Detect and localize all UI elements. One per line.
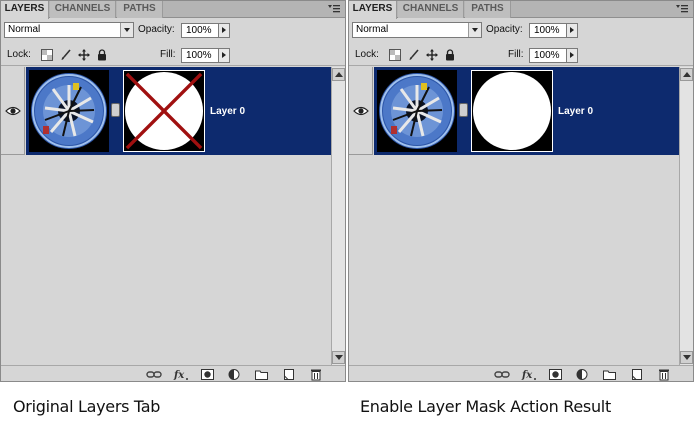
panel-bottom-toolbar: fx [349, 365, 693, 381]
panel-menu-icon[interactable] [675, 3, 689, 15]
divider [349, 65, 693, 66]
chevron-down-icon[interactable] [120, 23, 133, 37]
layer-thumbnail[interactable] [377, 70, 457, 152]
vertical-scrollbar[interactable] [679, 67, 693, 365]
opacity-field[interactable]: 100% [181, 23, 219, 38]
link-icon[interactable] [111, 103, 120, 117]
divider [1, 65, 345, 66]
svg-text:fx: fx [173, 370, 185, 381]
layer-mask-thumbnail[interactable] [471, 70, 553, 152]
scroll-up-button[interactable] [332, 68, 345, 81]
opacity-field[interactable]: 100% [529, 23, 567, 38]
trash-icon[interactable] [308, 368, 324, 381]
trash-icon[interactable] [656, 368, 672, 381]
new-layer-icon[interactable] [281, 368, 297, 381]
tab-layers[interactable]: LAYERS [349, 1, 397, 19]
layer-thumbnail[interactable] [29, 70, 109, 152]
layer-name[interactable]: Layer 0 [558, 106, 593, 117]
lock-label: Lock: [355, 49, 379, 60]
fx-icon[interactable]: fx [521, 368, 537, 381]
blend-mode-select[interactable]: Normal [4, 22, 134, 38]
panel-bottom-toolbar: fx [1, 365, 345, 381]
layers-panel-original: LAYERS CHANNELS PATHS Normal Opacity: 10… [0, 0, 346, 382]
fx-icon[interactable]: fx [173, 368, 189, 381]
fill-field[interactable]: 100% [529, 48, 567, 63]
layer-row[interactable]: Layer 0 [1, 67, 331, 155]
layer-selection[interactable]: Layer 0 [26, 67, 331, 155]
opacity-slider-button[interactable] [566, 23, 578, 38]
new-layer-icon[interactable] [629, 368, 645, 381]
panel-tab-bar: LAYERS CHANNELS PATHS [1, 1, 345, 19]
blend-mode-value: Normal [356, 24, 389, 35]
fill-label: Fill: [160, 49, 176, 60]
caption-original: Original Layers Tab [13, 397, 161, 416]
lock-label: Lock: [7, 49, 31, 60]
blend-mode-value: Normal [8, 24, 41, 35]
link-layers-icon[interactable] [146, 368, 162, 381]
blend-mode-select[interactable]: Normal [352, 22, 482, 38]
fill-slider-button[interactable] [566, 48, 578, 63]
scroll-down-button[interactable] [680, 351, 693, 364]
opacity-slider-button[interactable] [218, 23, 230, 38]
visibility-toggle[interactable] [349, 67, 373, 155]
svg-text:fx: fx [521, 370, 533, 381]
layer-selection[interactable]: Layer 0 [374, 67, 679, 155]
add-mask-icon[interactable] [200, 368, 216, 381]
layers-list: Layer 0 [349, 67, 679, 365]
eye-icon[interactable] [5, 105, 21, 117]
layers-panel-mask-enabled: LAYERS CHANNELS PATHS Normal Opacity: 10… [348, 0, 694, 382]
eye-icon[interactable] [353, 105, 369, 117]
lock-transparent-icon[interactable] [389, 49, 401, 61]
opacity-label: Opacity: [138, 24, 175, 35]
fill-label: Fill: [508, 49, 524, 60]
scroll-down-button[interactable] [332, 351, 345, 364]
vertical-scrollbar[interactable] [331, 67, 345, 365]
new-group-icon[interactable] [254, 368, 270, 381]
new-group-icon[interactable] [602, 368, 618, 381]
tab-channels[interactable]: CHANNELS [398, 1, 464, 18]
fill-slider-button[interactable] [218, 48, 230, 63]
layers-list: Layer 0 [1, 67, 331, 365]
caption-result: Enable Layer Mask Action Result [360, 397, 611, 416]
adjustment-layer-icon[interactable] [227, 368, 243, 381]
lock-move-icon[interactable] [78, 49, 90, 61]
lock-move-icon[interactable] [426, 49, 438, 61]
lock-brush-icon[interactable] [408, 49, 420, 61]
lock-all-icon[interactable] [444, 49, 456, 61]
adjustment-layer-icon[interactable] [575, 368, 591, 381]
layer-row[interactable]: Layer 0 [349, 67, 679, 155]
tab-channels[interactable]: CHANNELS [50, 1, 116, 18]
panel-menu-icon[interactable] [327, 3, 341, 15]
visibility-toggle[interactable] [1, 67, 25, 155]
layer-name[interactable]: Layer 0 [210, 106, 245, 117]
tab-paths[interactable]: PATHS [465, 1, 511, 18]
tab-layers[interactable]: LAYERS [1, 1, 49, 19]
link-icon[interactable] [459, 103, 468, 117]
layer-mask-thumbnail[interactable] [123, 70, 205, 152]
scroll-up-button[interactable] [680, 68, 693, 81]
panel-tab-bar: LAYERS CHANNELS PATHS [349, 1, 693, 19]
link-layers-icon[interactable] [494, 368, 510, 381]
lock-brush-icon[interactable] [60, 49, 72, 61]
lock-transparent-icon[interactable] [41, 49, 53, 61]
fill-field[interactable]: 100% [181, 48, 219, 63]
tab-paths[interactable]: PATHS [117, 1, 163, 18]
opacity-label: Opacity: [486, 24, 523, 35]
add-mask-icon[interactable] [548, 368, 564, 381]
chevron-down-icon[interactable] [468, 23, 481, 37]
lock-all-icon[interactable] [96, 49, 108, 61]
